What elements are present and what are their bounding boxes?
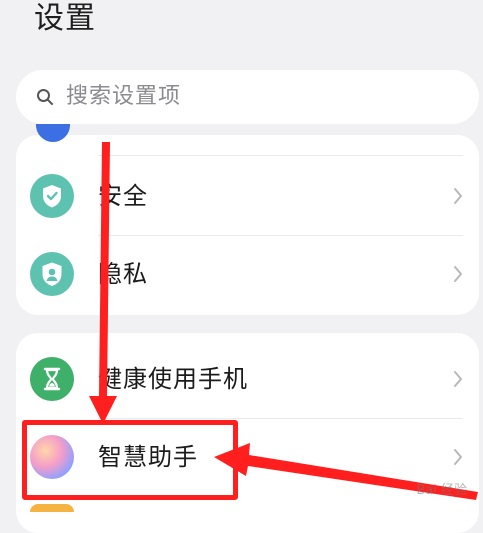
settings-item-label: 安全 [98,182,148,210]
search-placeholder: 搜索设置项 [66,84,182,109]
settings-item-label: 隐私 [98,260,148,288]
chevron-right-icon [454,266,462,282]
search-input[interactable]: 搜索设置项 [16,70,479,124]
chevron-right-icon [454,449,462,465]
watermark: Bai 经验 [416,483,467,498]
settings-item-digital-wellbeing[interactable]: 健康使用手机 [16,340,479,418]
user-shield-icon [30,252,74,296]
settings-item-security[interactable]: 安全 [16,157,479,235]
search-icon [37,89,53,105]
highlight-box [22,420,238,500]
hourglass-icon [30,357,74,401]
page-title: 设置 [34,1,96,36]
divider [98,155,463,156]
settings-item-privacy[interactable]: 隐私 [16,235,479,313]
shield-icon [30,174,74,218]
chevron-right-icon [454,371,462,387]
partial-item-icon [30,504,74,512]
chevron-right-icon [454,188,462,204]
settings-item-label: 健康使用手机 [98,365,248,393]
